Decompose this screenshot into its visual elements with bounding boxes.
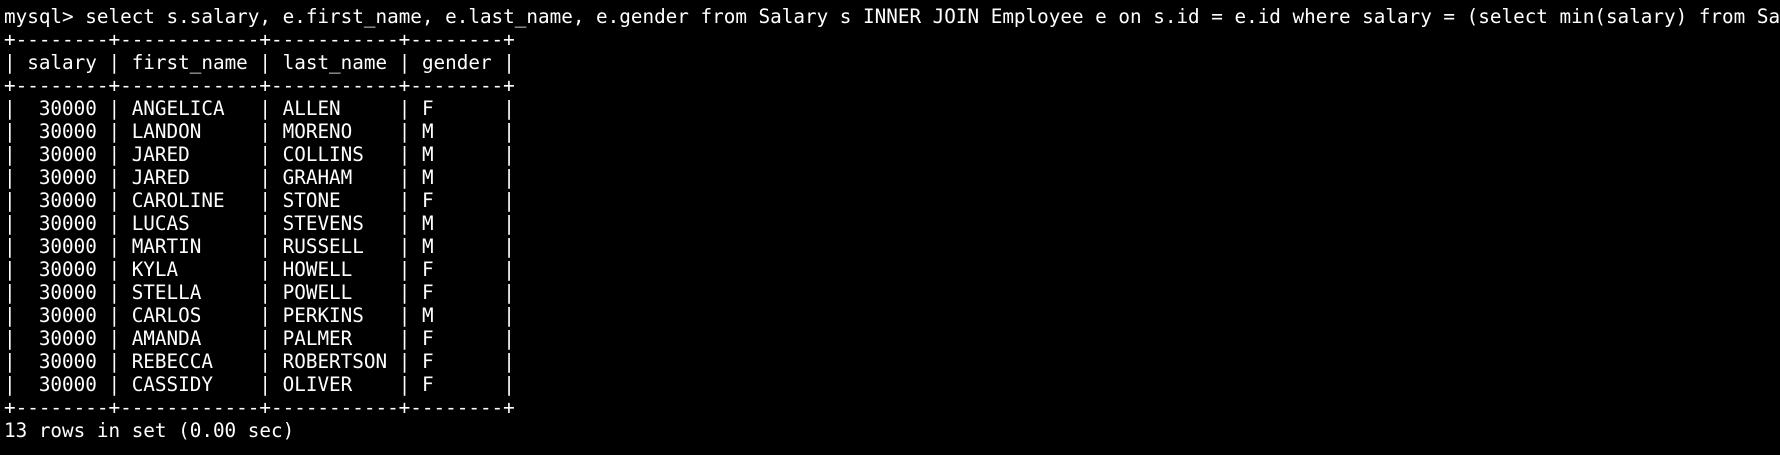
cell-gender: M xyxy=(421,120,434,143)
cell-last-name: STONE xyxy=(282,189,341,212)
cell-last-name: PALMER xyxy=(282,327,353,350)
cell-last-name: ROBERTSON xyxy=(282,350,388,373)
table-row: | 30000 | MARTIN | RUSSELL | M | xyxy=(4,235,515,258)
header-first-name: first_name xyxy=(131,51,248,74)
cell-salary: 30000 xyxy=(38,120,97,143)
cell-salary: 30000 xyxy=(38,212,97,235)
table-row: | 30000 | JARED | GRAHAM | M | xyxy=(4,166,515,189)
cell-first-name: JARED xyxy=(131,166,190,189)
terminal-window[interactable]: mysql> select s.salary, e.first_name, e.… xyxy=(0,0,1780,455)
cell-first-name: KYLA xyxy=(131,258,179,281)
cell-gender: F xyxy=(421,281,434,304)
cell-salary: 30000 xyxy=(38,235,97,258)
table-row: | 30000 | LANDON | MORENO | M | xyxy=(4,120,515,143)
cell-last-name: COLLINS xyxy=(282,143,364,166)
cell-salary: 30000 xyxy=(38,350,97,373)
cell-gender: F xyxy=(421,97,434,120)
cell-salary: 30000 xyxy=(38,189,97,212)
table-row: | 30000 | CARLOS | PERKINS | M | xyxy=(4,304,515,327)
sql-command: select s.salary, e.first_name, e.last_na… xyxy=(85,5,1780,28)
cell-gender: F xyxy=(421,258,434,281)
cell-gender: M xyxy=(421,304,434,327)
result-rows: | 30000 | ANGELICA | ALLEN | F | | 30000 … xyxy=(4,97,1780,396)
cell-first-name: CASSIDY xyxy=(131,373,213,396)
table-row: | 30000 | KYLA | HOWELL | F | xyxy=(4,258,515,281)
cell-gender: M xyxy=(421,143,434,166)
cell-gender: F xyxy=(421,373,434,396)
cell-gender: F xyxy=(421,327,434,350)
cell-first-name: MARTIN xyxy=(131,235,202,258)
table-row: | 30000 | LUCAS | STEVENS | M | xyxy=(4,212,515,235)
cell-last-name: RUSSELL xyxy=(282,235,364,258)
cell-gender: F xyxy=(421,189,434,212)
cell-salary: 30000 xyxy=(38,304,97,327)
cell-last-name: POWELL xyxy=(282,281,353,304)
table-border-bottom: +--------+------------+-----------+-----… xyxy=(4,396,515,419)
cell-last-name: ALLEN xyxy=(282,97,341,120)
table-row: | 30000 | AMANDA | PALMER | F | xyxy=(4,327,515,350)
header-gender: gender xyxy=(421,51,492,74)
cell-gender: M xyxy=(421,235,434,258)
table-header: | salary | first_name | last_name | gend… xyxy=(4,51,515,74)
cell-last-name: PERKINS xyxy=(282,304,364,327)
header-last-name: last_name xyxy=(282,51,388,74)
cell-first-name: LUCAS xyxy=(131,212,190,235)
cell-first-name: JARED xyxy=(131,143,190,166)
cell-first-name: CARLOS xyxy=(131,304,202,327)
table-row: | 30000 | CAROLINE | STONE | F | xyxy=(4,189,515,212)
cell-salary: 30000 xyxy=(38,373,97,396)
table-border-header: +--------+------------+-----------+-----… xyxy=(4,74,515,97)
command-line: mysql> select s.salary, e.first_name, e.… xyxy=(4,5,1780,28)
cell-last-name: MORENO xyxy=(282,120,353,143)
cell-last-name: STEVENS xyxy=(282,212,364,235)
cell-salary: 30000 xyxy=(38,281,97,304)
header-salary: salary xyxy=(27,51,97,74)
cell-first-name: CAROLINE xyxy=(131,189,225,212)
cell-first-name: STELLA xyxy=(131,281,202,304)
table-row: | 30000 | ANGELICA | ALLEN | F | xyxy=(4,97,515,120)
table-row: | 30000 | STELLA | POWELL | F | xyxy=(4,281,515,304)
cell-gender: F xyxy=(421,350,434,373)
cell-salary: 30000 xyxy=(38,143,97,166)
table-row: | 30000 | CASSIDY | OLIVER | F | xyxy=(4,373,515,396)
cell-first-name: LANDON xyxy=(131,120,202,143)
cell-gender: M xyxy=(421,166,434,189)
cell-last-name: OLIVER xyxy=(282,373,353,396)
cell-last-name: GRAHAM xyxy=(282,166,353,189)
result-summary: 13 rows in set (0.00 sec) xyxy=(4,419,295,442)
table-row: | 30000 | JARED | COLLINS | M | xyxy=(4,143,515,166)
cell-last-name: HOWELL xyxy=(282,258,353,281)
cell-salary: 30000 xyxy=(38,97,97,120)
cell-salary: 30000 xyxy=(38,327,97,350)
cell-first-name: REBECCA xyxy=(131,350,213,373)
cell-gender: M xyxy=(421,212,434,235)
table-row: | 30000 | REBECCA | ROBERTSON | F | xyxy=(4,350,515,373)
mysql-prompt: mysql> xyxy=(4,5,86,28)
cell-first-name: AMANDA xyxy=(131,327,202,350)
cell-salary: 30000 xyxy=(38,258,97,281)
cell-salary: 30000 xyxy=(38,166,97,189)
table-border-top: +--------+------------+-----------+-----… xyxy=(4,28,515,51)
cell-first-name: ANGELICA xyxy=(131,97,225,120)
